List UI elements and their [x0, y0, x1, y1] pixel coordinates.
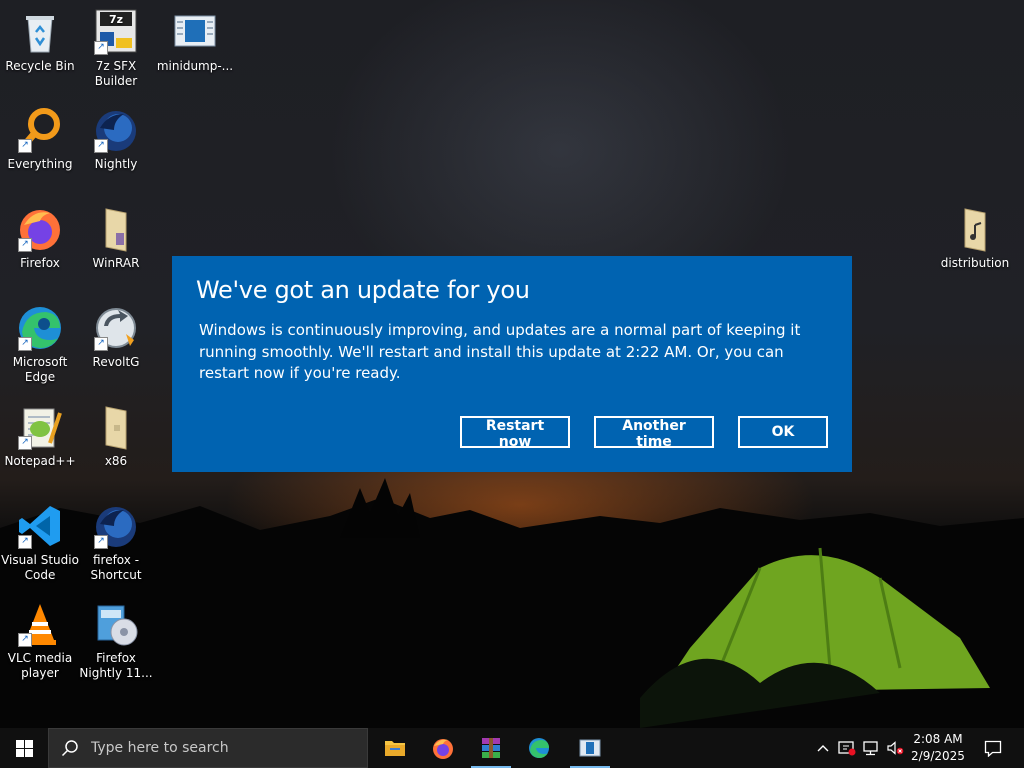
taskbar-winrar[interactable] — [467, 728, 515, 768]
network-icon — [863, 741, 878, 756]
recycle-bin-icon — [16, 8, 64, 56]
icon-label: firefox - Shortcut — [90, 553, 142, 582]
tray-security-icon-button[interactable] — [836, 728, 858, 768]
icon-label: Notepad++ — [4, 454, 76, 468]
vlc-icon: ↗ — [16, 600, 64, 648]
dialog-message: Windows is continuously improving, and u… — [199, 321, 801, 382]
desktop-icon-recycle-bin[interactable]: Recycle Bin — [0, 8, 80, 74]
icon-label: RevoltG — [92, 355, 140, 369]
desktop-icon-revoltg[interactable]: ↗ RevoltG — [76, 304, 156, 370]
desktop-icon-distribution[interactable]: distribution — [935, 205, 1015, 271]
search-icon — [61, 740, 78, 757]
folder-icon — [92, 403, 140, 451]
shortcut-arrow-icon: ↗ — [18, 139, 32, 153]
desktop-icon-7z-sfx-builder[interactable]: 7z ↗ 7z SFX Builder — [76, 8, 156, 89]
desktop-icon-x86[interactable]: x86 — [76, 403, 156, 469]
shortcut-arrow-icon: ↗ — [18, 238, 32, 252]
desktop-icon-everything[interactable]: ↗ Everything — [0, 106, 80, 172]
restart-now-button[interactable]: Restart now — [460, 416, 570, 450]
clock-date: 2/9/2025 — [911, 749, 965, 763]
icon-label: Microsoft Edge — [12, 355, 68, 384]
edge-icon — [529, 738, 549, 758]
ok-button[interactable]: OK — [738, 416, 828, 448]
firefox-nightly-icon: ↗ — [92, 502, 140, 550]
shortcut-arrow-icon: ↗ — [18, 633, 32, 647]
taskbar-edge[interactable] — [515, 728, 563, 768]
svg-text:7z: 7z — [109, 13, 123, 26]
another-time-button[interactable]: Another time — [594, 416, 714, 450]
shortcut-arrow-icon: ↗ — [94, 337, 108, 351]
shortcut-arrow-icon: ↗ — [94, 139, 108, 153]
action-center-button[interactable] — [978, 728, 1008, 768]
shortcut-arrow-icon: ↗ — [94, 535, 108, 549]
icon-label: VLC media player — [7, 651, 73, 680]
everything-search-icon: ↗ — [16, 106, 64, 154]
firefox-icon: ↗ — [16, 205, 64, 253]
clock-time: 2:08 AM — [913, 732, 963, 746]
taskbar-file-explorer[interactable] — [371, 728, 419, 768]
volume-muted-icon — [887, 741, 904, 755]
desktop-icon-notepad-plus-plus[interactable]: ↗ Notepad++ — [0, 403, 80, 469]
dialog-title: We've got an update for you — [196, 276, 530, 304]
desktop-icon-vlc[interactable]: ↗ VLC media player — [0, 600, 80, 681]
icon-label: x86 — [104, 454, 128, 468]
icon-label: distribution — [940, 256, 1010, 270]
shortcut-arrow-icon: ↗ — [18, 337, 32, 351]
document-icon — [171, 8, 219, 56]
taskbar-firefox[interactable] — [419, 728, 467, 768]
update-dialog: We've got an update for you Windows is c… — [172, 256, 852, 472]
icon-label: Recycle Bin — [5, 59, 75, 73]
desktop-icon-microsoft-edge[interactable]: ↗ Microsoft Edge — [0, 304, 80, 385]
winrar-icon — [482, 738, 500, 758]
shortcut-arrow-icon: ↗ — [18, 535, 32, 549]
icon-label: Everything — [7, 157, 73, 171]
7z-sfx-builder-icon: 7z ↗ — [92, 8, 140, 56]
desktop: Recycle Bin ↗ Everything ↗ Firefox ↗ Mic… — [0, 0, 1024, 728]
icon-label: Firefox — [20, 256, 60, 270]
notepad-plus-plus-icon: ↗ — [16, 403, 64, 451]
search-input[interactable] — [89, 739, 353, 757]
tray-volume-button[interactable] — [884, 728, 906, 768]
taskbar: 2:08 AM 2/9/2025 — [0, 728, 1024, 768]
windows-logo-icon — [15, 739, 33, 757]
dialog-button-row: Restart now Another time OK — [460, 416, 828, 450]
desktop-icon-visual-studio-code[interactable]: ↗ Visual Studio Code — [0, 502, 80, 583]
icon-label: Nightly — [94, 157, 138, 171]
icon-label: Visual Studio Code — [1, 553, 79, 582]
desktop-icon-nightly[interactable]: ↗ Nightly — [76, 106, 156, 172]
taskbar-app-window[interactable] — [566, 728, 614, 768]
chevron-up-icon — [817, 745, 829, 752]
firefox-icon — [433, 739, 453, 759]
show-hidden-icons-button[interactable] — [812, 728, 834, 768]
tray-network-button[interactable] — [860, 728, 882, 768]
firefox-nightly-icon: ↗ — [92, 106, 140, 154]
start-button[interactable] — [0, 728, 48, 768]
desktop-icon-firefox[interactable]: ↗ Firefox — [0, 205, 80, 271]
folder-music-icon — [951, 205, 999, 253]
desktop-icon-winrar[interactable]: WinRAR — [76, 205, 156, 271]
desktop-icon-firefox-nightly-installer[interactable]: Firefox Nightly 11... — [76, 600, 156, 681]
desktop-icon-minidump[interactable]: minidump-... — [155, 8, 235, 74]
folder-icon — [92, 205, 140, 253]
desktop-icon-firefox-shortcut[interactable]: ↗ firefox - Shortcut — [76, 502, 156, 583]
notification-icon — [984, 740, 1002, 757]
revoltg-icon: ↗ — [92, 304, 140, 352]
file-explorer-icon — [385, 741, 405, 756]
security-alert-icon — [838, 741, 856, 756]
icon-label: WinRAR — [92, 256, 140, 270]
icon-label: 7z SFX Builder — [94, 59, 138, 88]
vscode-icon: ↗ — [16, 502, 64, 550]
taskbar-search-box[interactable] — [48, 728, 368, 768]
taskbar-clock[interactable]: 2:08 AM 2/9/2025 — [905, 731, 971, 765]
shortcut-arrow-icon: ↗ — [94, 41, 108, 55]
icon-label: minidump-... — [156, 59, 234, 73]
shortcut-arrow-icon: ↗ — [18, 436, 32, 450]
installer-icon — [92, 600, 140, 648]
edge-icon: ↗ — [16, 304, 64, 352]
app-window-icon — [579, 739, 601, 757]
icon-label: Firefox Nightly 11... — [79, 651, 153, 680]
